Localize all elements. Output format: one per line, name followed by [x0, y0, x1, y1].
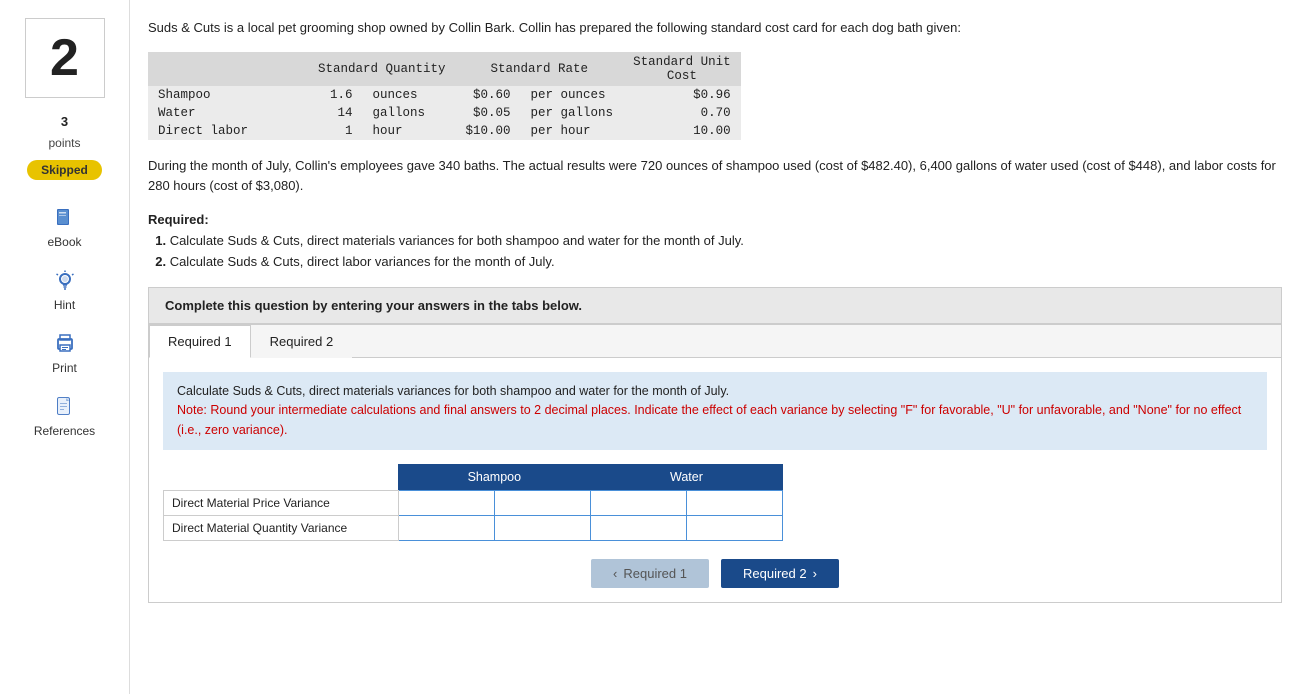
tabs-container: Required 1 Required 2 Calculate Suds & C…: [148, 324, 1282, 603]
next-button-label: Required 2: [743, 566, 807, 581]
col-header-rate: Standard Rate: [456, 52, 624, 86]
scenario-text: During the month of July, Collin's emplo…: [148, 156, 1282, 196]
col-header-water: Water: [590, 464, 782, 491]
row-shampoo-cost: $0.96: [623, 86, 741, 104]
row-labor-cost: 10.00: [623, 122, 741, 140]
row-shampoo-rate-unit: per ounces: [521, 86, 624, 104]
price-variance-shampoo-effect[interactable]: [494, 490, 590, 515]
sidebar-item-print[interactable]: Print: [8, 324, 121, 381]
price-variance-water-input[interactable]: [591, 492, 686, 514]
print-label: Print: [52, 361, 77, 375]
tabs-bar: Required 1 Required 2: [149, 325, 1281, 358]
print-icon: [51, 330, 79, 358]
sidebar-item-hint[interactable]: Hint: [8, 261, 121, 318]
price-variance-water-effect-input[interactable]: [687, 492, 782, 514]
row-water-cost: 0.70: [623, 104, 741, 122]
complete-banner: Complete this question by entering your …: [148, 287, 1282, 324]
col-header-cost: Standard UnitCost: [623, 52, 741, 86]
price-variance-label: Direct Material Price Variance: [164, 490, 399, 515]
qty-variance-water-effect[interactable]: [686, 515, 782, 540]
answer-table: Shampoo Water Direct Material Price Vari…: [163, 464, 783, 541]
info-text: Calculate Suds & Cuts, direct materials …: [177, 384, 729, 398]
info-box: Calculate Suds & Cuts, direct materials …: [163, 372, 1267, 450]
points-value: 3: [61, 114, 68, 130]
row-water-rate: $0.05: [456, 104, 521, 122]
tab-required-1[interactable]: Required 1: [149, 325, 251, 358]
price-variance-water-value[interactable]: [590, 490, 686, 515]
book-icon: [51, 204, 79, 232]
row-water-label: Water: [148, 104, 308, 122]
row-labor-unit: hour: [363, 122, 456, 140]
tab-required-2[interactable]: Required 2: [251, 325, 353, 358]
row-shampoo-qty: 1.6: [308, 86, 363, 104]
table-row: Direct Material Price Variance: [164, 490, 783, 515]
row-water-rate-unit: per gallons: [521, 104, 624, 122]
price-variance-water-effect[interactable]: [686, 490, 782, 515]
col-header-shampoo: Shampoo: [398, 464, 590, 491]
ebook-label: eBook: [47, 235, 81, 249]
table-row: Direct Material Quantity Variance: [164, 515, 783, 540]
req-item-2: 2. Calculate Suds & Cuts, direct labor v…: [148, 254, 555, 269]
sidebar: 2 3 points Skipped eBook: [0, 0, 130, 694]
references-label: References: [34, 424, 95, 438]
question-number-box: 2: [25, 18, 105, 98]
prev-button-label: Required 1: [623, 566, 687, 581]
qty-variance-shampoo-effect[interactable]: [494, 515, 590, 540]
req-item-1: 1. Calculate Suds & Cuts, direct materia…: [148, 233, 744, 248]
tab1-content: Calculate Suds & Cuts, direct materials …: [149, 358, 1281, 602]
row-shampoo-label: Shampoo: [148, 86, 308, 104]
price-variance-shampoo-effect-input[interactable]: [495, 492, 590, 514]
prev-button[interactable]: ‹ Required 1: [591, 559, 709, 588]
sidebar-item-references[interactable]: References: [8, 387, 121, 444]
col-header-qty: Standard Quantity: [308, 52, 456, 86]
required-title: Required:: [148, 212, 209, 227]
row-labor-rate-unit: per hour: [521, 122, 624, 140]
qty-variance-water-effect-input[interactable]: [687, 517, 782, 539]
skipped-badge: Skipped: [27, 160, 102, 180]
sidebar-item-ebook[interactable]: eBook: [8, 198, 121, 255]
next-arrow-icon: ›: [813, 566, 817, 581]
row-water-qty: 14: [308, 104, 363, 122]
lightbulb-icon: [51, 267, 79, 295]
row-labor-rate: $10.00: [456, 122, 521, 140]
col-header-empty: [164, 464, 399, 491]
nav-buttons: ‹ Required 1 Required 2 ›: [163, 559, 1267, 588]
note-text: Note: Round your intermediate calculatio…: [177, 403, 1241, 436]
price-variance-shampoo-input[interactable]: [399, 492, 494, 514]
qty-variance-shampoo-input[interactable]: [399, 517, 494, 539]
row-shampoo-rate: $0.60: [456, 86, 521, 104]
document-icon: [51, 393, 79, 421]
row-labor-qty: 1: [308, 122, 363, 140]
qty-variance-shampoo-value[interactable]: [398, 515, 494, 540]
prev-arrow-icon: ‹: [613, 566, 617, 581]
qty-variance-label: Direct Material Quantity Variance: [164, 515, 399, 540]
hint-label: Hint: [54, 298, 75, 312]
required-section: Required: 1. Calculate Suds & Cuts, dire…: [148, 210, 1282, 272]
main-content: Suds & Cuts is a local pet grooming shop…: [130, 0, 1306, 694]
cost-table: Standard Quantity Standard Rate Standard…: [148, 52, 741, 140]
qty-variance-shampoo-effect-input[interactable]: [495, 517, 590, 539]
row-labor-label: Direct labor: [148, 122, 308, 140]
question-number: 2: [50, 28, 79, 88]
question-text: Suds & Cuts is a local pet grooming shop…: [148, 18, 1282, 38]
qty-variance-water-value[interactable]: [590, 515, 686, 540]
row-shampoo-unit: ounces: [363, 86, 456, 104]
row-water-unit: gallons: [363, 104, 456, 122]
points-label: points: [48, 136, 80, 150]
qty-variance-water-input[interactable]: [591, 517, 686, 539]
next-button[interactable]: Required 2 ›: [721, 559, 839, 588]
price-variance-shampoo-value[interactable]: [398, 490, 494, 515]
